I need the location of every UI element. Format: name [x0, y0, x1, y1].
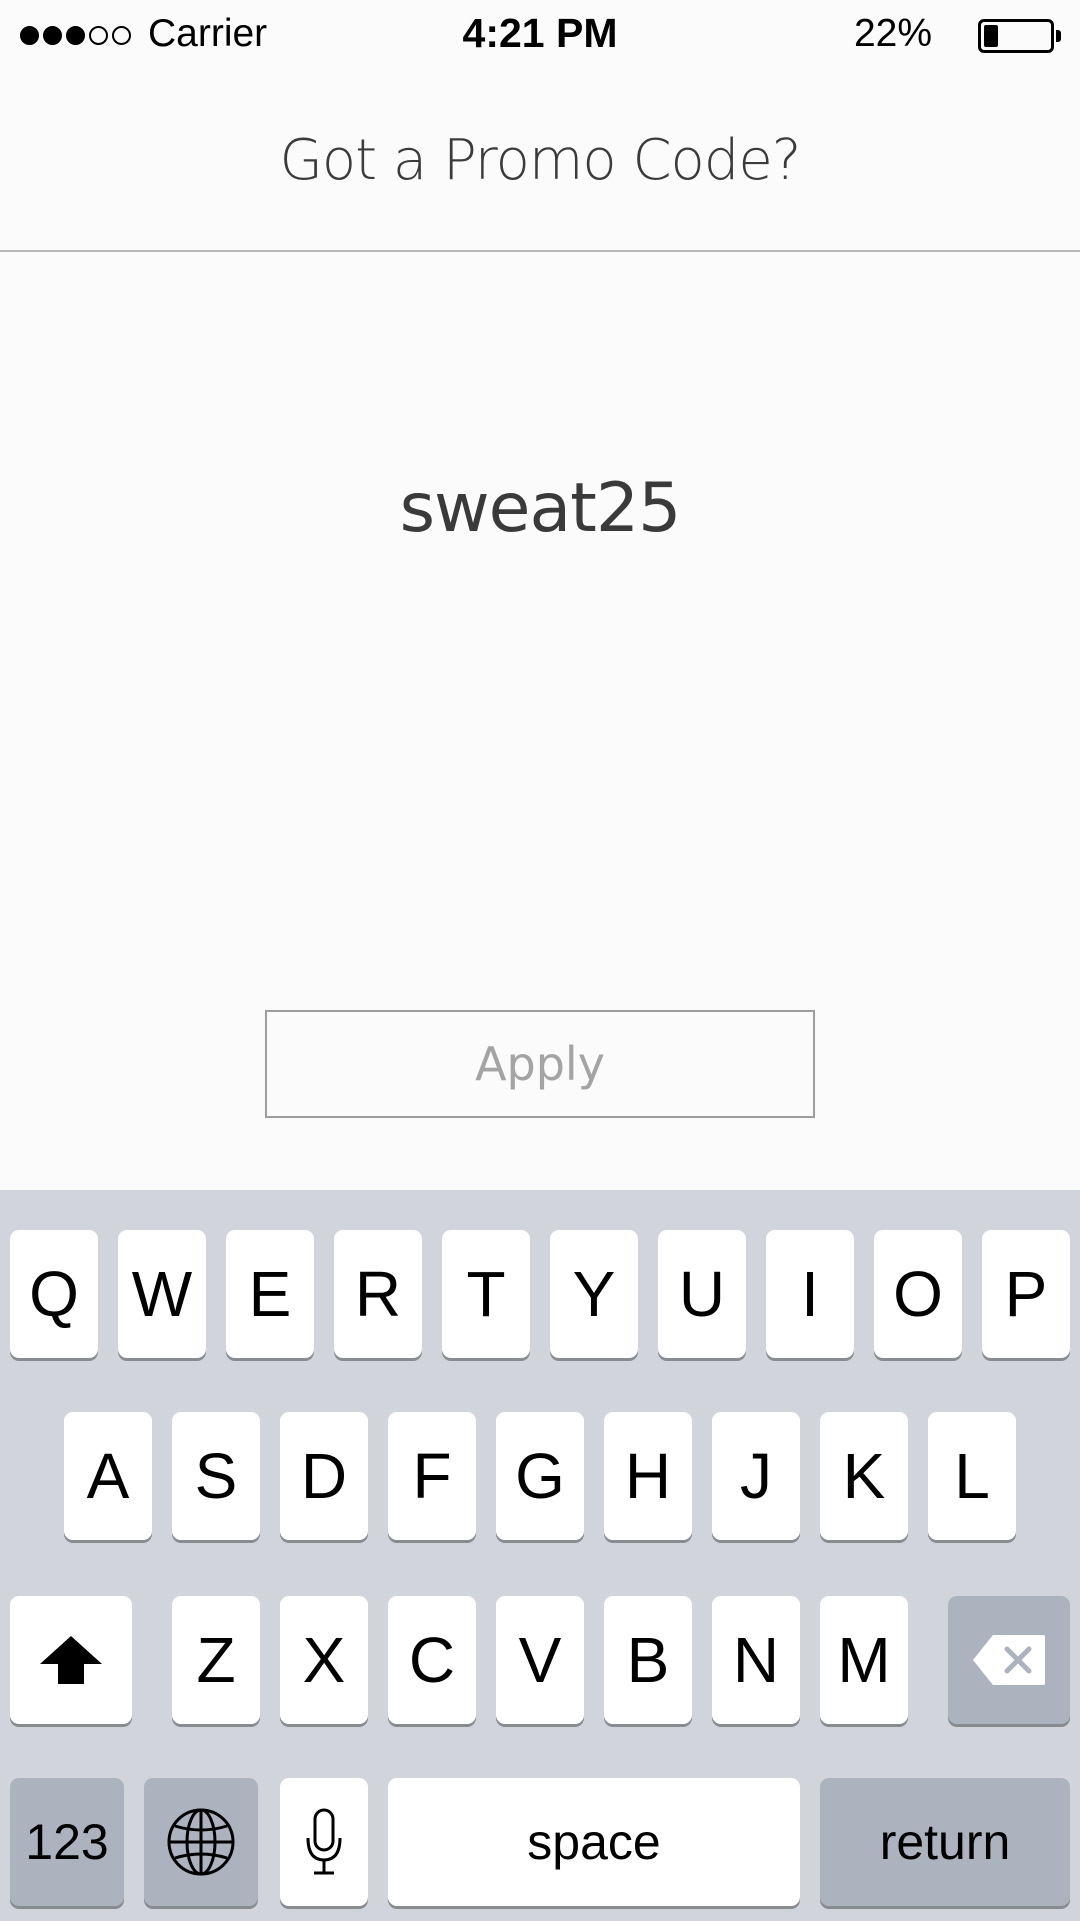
status-bar: Carrier 4:21 PM 22%	[0, 0, 1080, 70]
key-l[interactable]: L	[928, 1412, 1016, 1540]
dictation-key[interactable]	[280, 1778, 368, 1906]
key-d[interactable]: D	[280, 1412, 368, 1540]
keyboard: Q W E R T Y U I O P A S D F G H J K L Z …	[0, 1190, 1080, 1921]
backspace-key[interactable]	[948, 1596, 1070, 1724]
key-u[interactable]: U	[658, 1230, 746, 1358]
key-o[interactable]: O	[874, 1230, 962, 1358]
space-key[interactable]: space	[388, 1778, 800, 1906]
shift-key[interactable]	[10, 1596, 132, 1724]
battery-tip	[1056, 30, 1061, 42]
key-w[interactable]: W	[118, 1230, 206, 1358]
key-p[interactable]: P	[982, 1230, 1070, 1358]
key-j[interactable]: J	[712, 1412, 800, 1540]
key-i[interactable]: I	[766, 1230, 854, 1358]
key-r[interactable]: R	[334, 1230, 422, 1358]
key-x[interactable]: X	[280, 1596, 368, 1724]
globe-key[interactable]	[144, 1778, 258, 1906]
key-q[interactable]: Q	[10, 1230, 98, 1358]
promo-code-input[interactable]	[240, 460, 840, 556]
microphone-icon	[304, 1806, 344, 1878]
key-f[interactable]: F	[388, 1412, 476, 1540]
numbers-key[interactable]: 123	[10, 1778, 124, 1906]
battery-percent: 22%	[853, 12, 932, 55]
return-key[interactable]: return	[820, 1778, 1070, 1906]
key-n[interactable]: N	[712, 1596, 800, 1724]
key-g[interactable]: G	[496, 1412, 584, 1540]
key-s[interactable]: S	[172, 1412, 260, 1540]
key-y[interactable]: Y	[550, 1230, 638, 1358]
key-v[interactable]: V	[496, 1596, 584, 1724]
key-e[interactable]: E	[226, 1230, 314, 1358]
battery-level	[984, 25, 998, 47]
key-z[interactable]: Z	[172, 1596, 260, 1724]
backspace-icon	[971, 1633, 1047, 1687]
apply-button[interactable]: Apply	[265, 1010, 815, 1118]
header-divider	[0, 250, 1080, 252]
page-title: Got a Promo Code?	[279, 128, 801, 193]
key-b[interactable]: B	[604, 1596, 692, 1724]
shift-icon	[38, 1634, 104, 1686]
key-a[interactable]: A	[64, 1412, 152, 1540]
key-m[interactable]: M	[820, 1596, 908, 1724]
key-k[interactable]: K	[820, 1412, 908, 1540]
key-h[interactable]: H	[604, 1412, 692, 1540]
battery-icon	[978, 19, 1054, 53]
key-t[interactable]: T	[442, 1230, 530, 1358]
globe-icon	[165, 1806, 237, 1878]
key-c[interactable]: C	[388, 1596, 476, 1724]
